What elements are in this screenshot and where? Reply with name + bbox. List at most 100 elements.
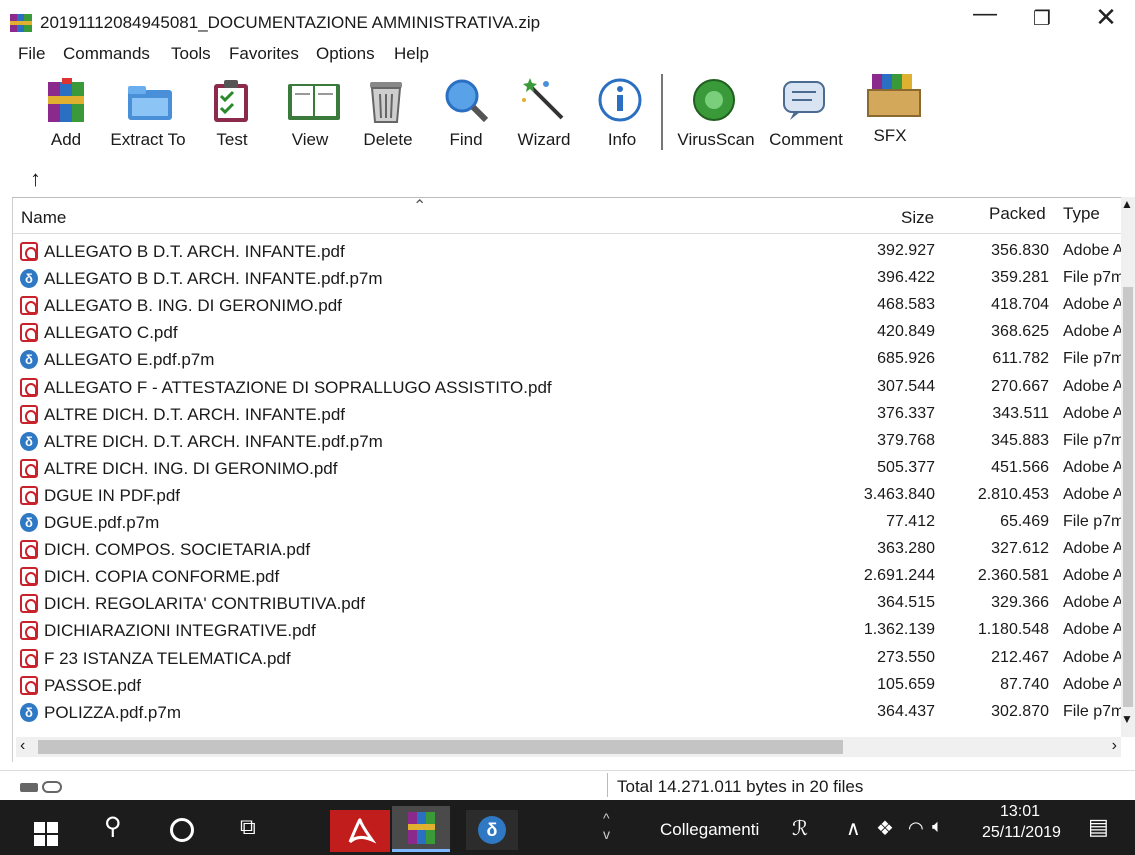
file-packed: 329.366	[991, 594, 1049, 612]
info-icon	[598, 76, 646, 124]
file-row[interactable]: PASSOE.pdf 105.659 87.740 Adobe A	[13, 672, 1123, 699]
taskbar: ⚲ ⧉ δ ^ v Collegamenti ℛ ∧ ❖ ◠ 🔈︎ 13:01 2…	[0, 800, 1135, 855]
sfx-box-icon	[866, 72, 921, 120]
file-row[interactable]: F 23 ISTANZA TELEMATICA.pdf 273.550 212.46…	[13, 645, 1123, 672]
file-row[interactable]: DICHIARAZIONI INTEGRATIVE.pdf 1.362.139 1.…	[13, 617, 1123, 644]
file-type: Adobe A	[1063, 242, 1123, 259]
file-row[interactable]: ALLEGATO F - ATTESTAZIONE DI SOPRALLUGO …	[13, 374, 1123, 401]
virusscan-button[interactable]: VirusScan	[672, 70, 755, 156]
file-size: 3.463.840	[863, 485, 935, 503]
column-header-size[interactable]: Size	[901, 208, 934, 228]
file-type: File p7m	[1063, 702, 1123, 720]
file-packed: 359.281	[991, 269, 1049, 287]
view-book-icon	[286, 76, 340, 124]
menu-file[interactable]: File	[18, 44, 45, 64]
file-packed: 302.870	[991, 702, 1049, 720]
vertical-scrollbar[interactable]: ▲ ▼	[1121, 197, 1135, 737]
info-label: Info	[607, 130, 637, 149]
file-row[interactable]: DGUE IN PDF.pdf 3.463.840 2.810.453 Adobe A	[13, 482, 1123, 509]
file-size: 420.849	[877, 323, 935, 341]
file-packed: 327.612	[991, 540, 1049, 558]
minimize-button[interactable]: —	[965, 0, 1005, 28]
show-hidden-icons-icon[interactable]: ∧	[846, 816, 861, 855]
volume-icon[interactable]: 🔈︎	[932, 816, 943, 855]
menu-commands[interactable]: Commands	[63, 44, 150, 64]
dropbox-icon[interactable]: ❖	[876, 816, 894, 855]
info-button[interactable]: Info	[578, 70, 658, 156]
wifi-icon[interactable]: ◠	[908, 818, 924, 855]
horizontal-scroll-thumb[interactable]	[38, 740, 843, 754]
file-size: 1.362.139	[863, 621, 935, 639]
p7m-signed-file-icon: δ	[20, 350, 38, 370]
pdf-file-icon	[20, 458, 38, 478]
winrar-app-icon	[10, 14, 32, 32]
magic-wand-icon	[520, 76, 568, 124]
people-icon[interactable]: ℛ	[792, 816, 808, 855]
file-name: PASSOE.pdf	[44, 675, 142, 695]
file-row[interactable]: ALTRE DICH. D.T. ARCH. INFANTE.pdf 376.33…	[13, 401, 1123, 428]
file-row[interactable]: δ DGUE.pdf.p7m 77.412 65.469 File p7m	[13, 509, 1123, 536]
maximize-button[interactable]: ❐	[1022, 6, 1062, 31]
cortana-icon[interactable]	[170, 818, 194, 842]
clock-date[interactable]: 25/11/2019	[982, 824, 1061, 855]
file-type: Adobe A	[1063, 594, 1123, 612]
file-size: 685.926	[877, 350, 935, 368]
up-arrow-icon[interactable]: ↑	[30, 166, 41, 192]
scroll-down-icon[interactable]: ▼	[1121, 712, 1133, 726]
scroll-right-icon[interactable]: ›	[1112, 737, 1117, 755]
file-type: Adobe A	[1063, 621, 1123, 639]
file-row[interactable]: δ ALLEGATO B D.T. ARCH. INFANTE.pdf.p7m 39…	[13, 265, 1123, 292]
add-button[interactable]: Add	[22, 70, 102, 156]
windows-start-icon[interactable]	[34, 822, 60, 846]
vertical-scroll-thumb[interactable]	[1123, 287, 1133, 707]
search-icon[interactable]: ⚲	[104, 812, 122, 852]
file-row[interactable]: DICH. REGOLARITA' CONTRIBUTIVA.pdf 364.51…	[13, 590, 1123, 617]
menu-tools[interactable]: Tools	[171, 44, 211, 64]
horizontal-scrollbar[interactable]: ‹ ›	[16, 737, 1121, 757]
file-row[interactable]: ALLEGATO C.pdf 420.849 368.625 Adobe A	[13, 319, 1123, 346]
file-name: ALLEGATO C.pdf	[44, 323, 178, 343]
winrar-taskbar-icon[interactable]	[392, 806, 450, 852]
toolbar-chevron-icon[interactable]: ^ v	[603, 810, 610, 850]
collegamenti-toolbar[interactable]: Collegamenti	[660, 820, 759, 855]
file-row[interactable]: ALLEGATO B D.T. ARCH. INFANTE.pdf 392.927…	[13, 238, 1123, 265]
file-size: 273.550	[877, 648, 935, 666]
file-type: File p7m	[1063, 350, 1123, 368]
scroll-up-icon[interactable]: ▲	[1121, 197, 1133, 211]
column-header-type[interactable]: Type	[1063, 204, 1100, 224]
acrobat-reader-icon[interactable]	[330, 810, 390, 852]
status-separator	[607, 773, 608, 797]
key-icon[interactable]	[42, 781, 62, 793]
comment-button[interactable]: Comment	[762, 70, 843, 156]
dike-signature-icon[interactable]: δ	[466, 810, 518, 850]
extract-to-button[interactable]: Extract To	[104, 70, 186, 156]
sfx-button[interactable]: SFX	[846, 70, 926, 156]
file-size: 468.583	[877, 296, 935, 314]
file-row[interactable]: ALLEGATO B. ING. DI GERONIMO.pdf 468.583 4…	[13, 292, 1123, 319]
column-header-name[interactable]: Name	[21, 208, 66, 228]
sfx-label: SFX	[873, 126, 907, 145]
file-row[interactable]: δ ALLEGATO E.pdf.p7m 685.926 611.782 File p7…	[13, 346, 1123, 373]
file-name: ALTRE DICH. D.T. ARCH. INFANTE.pdf	[44, 404, 346, 424]
file-row[interactable]: δ POLIZZA.pdf.p7m 364.437 302.870 File p7m	[13, 699, 1123, 726]
file-name: DGUE.pdf.p7m	[44, 513, 160, 532]
file-row[interactable]: δ ALTRE DICH. D.T. ARCH. INFANTE.pdf.p7m 3…	[13, 428, 1123, 455]
drive-icon[interactable]	[20, 783, 38, 792]
file-packed: 343.511	[992, 404, 1049, 422]
title-bar: 20191112084945081_DOCUMENTAZIONE AMMINIS…	[0, 0, 1135, 38]
file-row[interactable]: ALTRE DICH. ING. DI GERONIMO.pdf 505.377 4…	[13, 455, 1123, 482]
p7m-signed-file-icon: δ	[20, 269, 38, 289]
notification-icon[interactable]: ▤	[1088, 814, 1109, 854]
file-row[interactable]: DICH. COPIA CONFORME.pdf 2.691.244 2.360.5…	[13, 563, 1123, 590]
scroll-left-icon[interactable]: ‹	[20, 737, 25, 755]
column-header-packed[interactable]: Packed	[989, 204, 1046, 224]
menu-help[interactable]: Help	[394, 44, 429, 64]
close-button[interactable]: ✕	[1086, 2, 1126, 33]
file-row[interactable]: DICH. COMPOS. SOCIETARIA.pdf 363.280 327.6…	[13, 536, 1123, 563]
file-name: F 23 ISTANZA TELEMATICA.pdf	[44, 648, 291, 668]
file-packed: 1.180.548	[977, 621, 1049, 639]
task-view-icon[interactable]: ⧉	[240, 814, 256, 854]
menu-options[interactable]: Options	[316, 44, 375, 64]
menu-favorites[interactable]: Favorites	[229, 44, 299, 64]
file-type: Adobe A	[1063, 567, 1123, 585]
